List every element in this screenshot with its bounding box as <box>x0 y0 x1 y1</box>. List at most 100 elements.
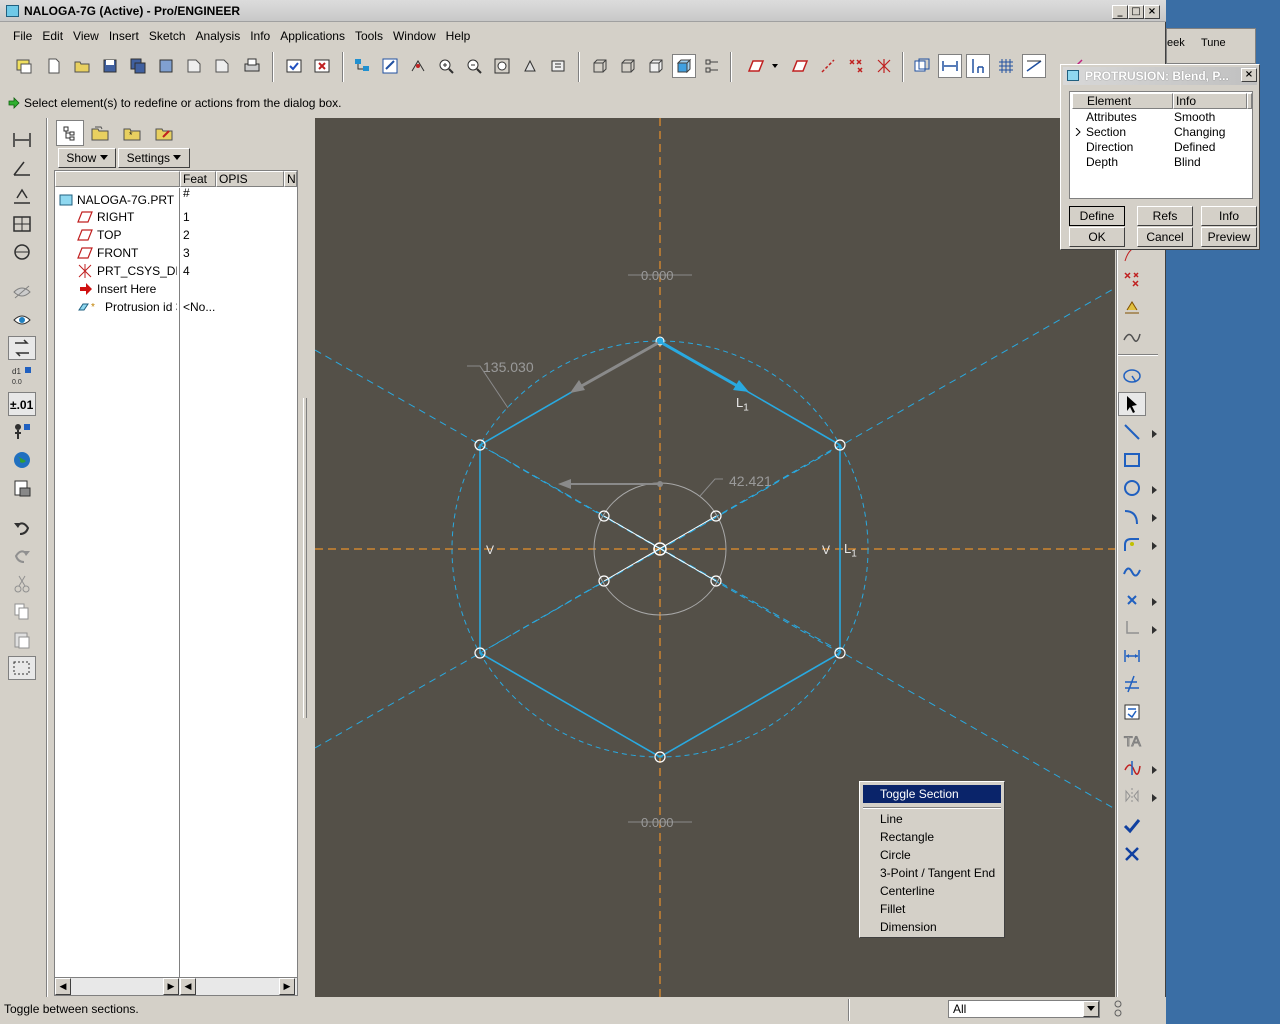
menu-info[interactable]: Info <box>245 24 275 48</box>
shading-button[interactable] <box>672 54 696 78</box>
background-tab-tune[interactable]: Tune <box>1201 37 1226 49</box>
tree-tab-model[interactable] <box>56 120 84 146</box>
filter-dropdown-button[interactable] <box>1083 1001 1099 1017</box>
rename-button[interactable] <box>182 54 206 78</box>
dialog-row-attributes-element[interactable]: Attributes <box>1086 110 1137 124</box>
spin-center-button[interactable] <box>406 54 430 78</box>
backup-button[interactable] <box>154 54 178 78</box>
tool-show[interactable] <box>8 308 36 332</box>
dimension-inner-diameter[interactable]: 42.421 <box>729 473 772 489</box>
print-button[interactable] <box>240 54 264 78</box>
cancel-button[interactable]: Cancel <box>1137 227 1193 247</box>
chevron-right-icon[interactable] <box>1152 514 1158 522</box>
dialog-header-info[interactable]: Info <box>1173 93 1247 109</box>
menu-applications[interactable]: Applications <box>275 24 350 48</box>
refs-button[interactable]: Refs <box>1137 206 1193 226</box>
tool-fillet[interactable] <box>1118 532 1146 556</box>
resize-grip-icon[interactable] <box>1112 999 1124 1019</box>
datum-dropdown-button[interactable] <box>768 54 782 78</box>
context-item-3point[interactable]: 3-Point / Tangent End <box>880 866 995 880</box>
dialog-header-element[interactable]: Element <box>1072 93 1173 109</box>
tree-tab-tools[interactable] <box>150 120 178 146</box>
menu-window[interactable]: Window <box>388 24 441 48</box>
context-item-centerline[interactable]: Centerline <box>880 884 935 898</box>
zoom-in-button[interactable] <box>434 54 458 78</box>
vertex-display-button[interactable] <box>1022 54 1046 78</box>
tool-capture[interactable] <box>8 476 36 500</box>
tool-relations[interactable] <box>8 420 36 444</box>
dimension-bottom[interactable]: 0.000 <box>641 815 674 830</box>
copy-button[interactable] <box>8 600 36 624</box>
chevron-right-icon[interactable] <box>1152 766 1158 774</box>
display-options-button[interactable] <box>700 54 724 78</box>
tool-sketch-settings[interactable] <box>1118 364 1146 388</box>
tree-item-protrusion[interactable]: * Protrusion id 39 <No... <box>55 299 297 317</box>
chevron-right-icon[interactable] <box>1152 598 1158 606</box>
tool-curve[interactable] <box>1118 324 1146 348</box>
dialog-header-extra[interactable] <box>1247 93 1252 109</box>
save-copy-button[interactable] <box>126 54 150 78</box>
tool-circle[interactable] <box>1118 476 1146 500</box>
datum-axis-button[interactable] <box>816 54 840 78</box>
save-button[interactable] <box>98 54 122 78</box>
context-item-dimension[interactable]: Dimension <box>880 920 937 934</box>
tool-modify[interactable] <box>1118 672 1146 696</box>
menu-view[interactable]: View <box>68 24 104 48</box>
preview-button[interactable]: Preview <box>1201 227 1257 247</box>
tool-dimension-3[interactable] <box>8 184 36 208</box>
ok-button[interactable]: OK <box>1069 227 1125 247</box>
tree-header-name[interactable] <box>55 171 180 187</box>
scroll-left-button-2[interactable]: ◀ <box>180 978 196 995</box>
new-button[interactable] <box>42 54 66 78</box>
chevron-right-icon[interactable] <box>1152 542 1158 550</box>
scroll-right-button[interactable]: ▶ <box>163 978 179 995</box>
tool-dimension-2[interactable] <box>8 156 36 180</box>
tree-item-right[interactable]: RIGHT 1 <box>55 209 297 227</box>
dialog-row-direction-element[interactable]: Direction <box>1086 140 1133 154</box>
tool-point[interactable] <box>1118 588 1146 612</box>
paste-button[interactable] <box>8 628 36 652</box>
define-button[interactable]: Define <box>1069 206 1125 226</box>
undo-button[interactable] <box>8 516 36 540</box>
dimension-top[interactable]: 0.000 <box>641 268 674 283</box>
zoom-out-button[interactable] <box>462 54 486 78</box>
dialog-row-depth-element[interactable]: Depth <box>1086 155 1118 169</box>
saved-views-button[interactable] <box>546 54 570 78</box>
tool-coordinate[interactable] <box>1118 616 1146 640</box>
tree-tab-folder[interactable] <box>86 120 114 146</box>
constraint-display-button[interactable] <box>966 54 990 78</box>
chevron-right-icon[interactable] <box>1152 794 1158 802</box>
tool-text[interactable]: TA <box>1118 728 1146 752</box>
context-item-line[interactable]: Line <box>880 812 903 826</box>
layers-button[interactable] <box>378 54 402 78</box>
tool-flip[interactable] <box>8 336 36 360</box>
dialog-title-bar[interactable]: PROTRUSION: Blend, P... × <box>1063 67 1257 85</box>
tree-root[interactable]: NALOGA-7G.PRT <box>59 191 174 209</box>
menu-insert[interactable]: Insert <box>104 24 144 48</box>
tool-dimension[interactable] <box>1118 644 1146 668</box>
hidden-line-button[interactable] <box>616 54 640 78</box>
tool-dimension-1[interactable] <box>8 128 36 152</box>
tree-horizontal-scrollbar[interactable]: ◀ ▶ ◀ ▶ <box>55 977 297 995</box>
context-item-rectangle[interactable]: Rectangle <box>880 830 934 844</box>
window-close-button[interactable] <box>310 54 334 78</box>
coordinate-system-button[interactable] <box>872 54 896 78</box>
tool-arc[interactable] <box>1118 504 1146 528</box>
tree-header-opis[interactable]: OPIS <box>216 171 284 187</box>
background-tab-seek[interactable]: eek <box>1167 37 1185 49</box>
tree-header-feat[interactable]: Feat # <box>180 171 216 200</box>
reorient-button[interactable] <box>518 54 542 78</box>
tool-mirror[interactable] <box>1118 784 1146 808</box>
filter-select[interactable]: All <box>948 1000 1100 1018</box>
regenerate-button[interactable] <box>282 54 306 78</box>
scroll-left-button[interactable]: ◀ <box>55 978 71 995</box>
scroll-right-button-2[interactable]: ▶ <box>279 978 295 995</box>
context-item-toggle-section[interactable]: Toggle Section <box>863 785 1001 803</box>
wireframe-button[interactable] <box>588 54 612 78</box>
dialog-close-button[interactable]: × <box>1241 68 1257 82</box>
chevron-right-icon[interactable] <box>1152 626 1158 634</box>
sketcher-display-button[interactable] <box>910 54 934 78</box>
menu-help[interactable]: Help <box>441 24 476 48</box>
tool-dimension-4[interactable] <box>8 212 36 236</box>
menu-edit[interactable]: Edit <box>37 24 68 48</box>
